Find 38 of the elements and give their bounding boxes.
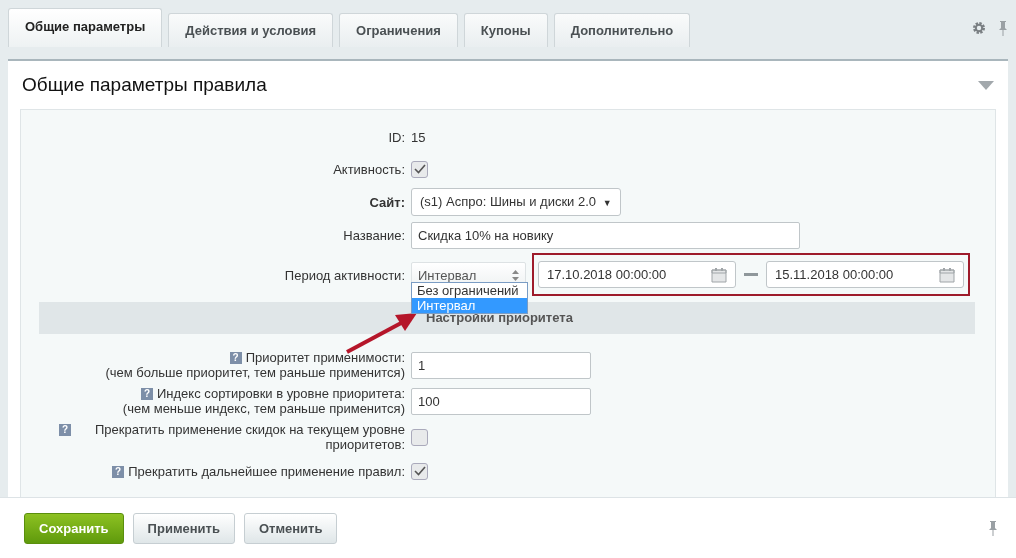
- field-label: Прекратить дальнейшее применение правил:: [128, 463, 405, 479]
- collapse-icon[interactable]: [978, 80, 994, 90]
- footer-button[interactable]: Отменить: [243, 512, 338, 544]
- site-select[interactable]: (s1) Аспро: Шины и диски 2.0 ▼: [411, 188, 621, 216]
- field-label: Прекратить применение скидок на текущем уровне приоритетов:: [93, 422, 405, 452]
- field-label: ID:: [388, 129, 405, 145]
- field-label: Приоритет применимости:: [245, 350, 405, 365]
- input-field[interactable]: Скидка 10% на новику: [411, 222, 800, 249]
- field-label: Период активности:: [284, 268, 405, 283]
- field-hint: (чем больше приоритет, тем раньше применится): [105, 365, 405, 380]
- footer-button[interactable]: Применить: [132, 512, 235, 544]
- field-label: Название:: [343, 228, 405, 243]
- tab[interactable]: Дополнительно: [553, 13, 691, 47]
- field-label: Активность:: [333, 161, 405, 177]
- calendar-icon: [711, 266, 727, 283]
- tab[interactable]: Купоны: [463, 13, 548, 47]
- tab[interactable]: Ограничения: [339, 13, 458, 47]
- annotation-arrow: [346, 313, 417, 354]
- pin-icon[interactable]: [988, 520, 998, 536]
- tab[interactable]: Общие параметры: [8, 8, 163, 47]
- field-label: Сайт:: [369, 194, 405, 210]
- input-field[interactable]: 100: [411, 387, 591, 415]
- calendar-icon: [939, 266, 955, 283]
- checkbox[interactable]: [411, 160, 428, 178]
- range-dash: [744, 273, 758, 276]
- input-field[interactable]: 1: [411, 351, 591, 379]
- checkbox[interactable]: [411, 428, 428, 446]
- date-field[interactable]: 15.11.2018 00:00:00: [766, 261, 964, 288]
- updown-icon: [512, 270, 519, 281]
- checkbox[interactable]: [411, 462, 428, 480]
- date-field[interactable]: 17.10.2018 00:00:00: [538, 261, 736, 288]
- settings-icon[interactable]: [972, 20, 986, 35]
- field-label: Индекс сортировки в уровне приоритета:: [157, 386, 405, 401]
- field-value: 15: [411, 129, 426, 145]
- panel-title: Общие параметры правила: [22, 74, 267, 96]
- field-hint: (чем меньше индекс, тем раньше применится): [122, 401, 405, 416]
- tab[interactable]: Действия и условия: [168, 13, 334, 47]
- pin-icon[interactable]: [998, 19, 1008, 36]
